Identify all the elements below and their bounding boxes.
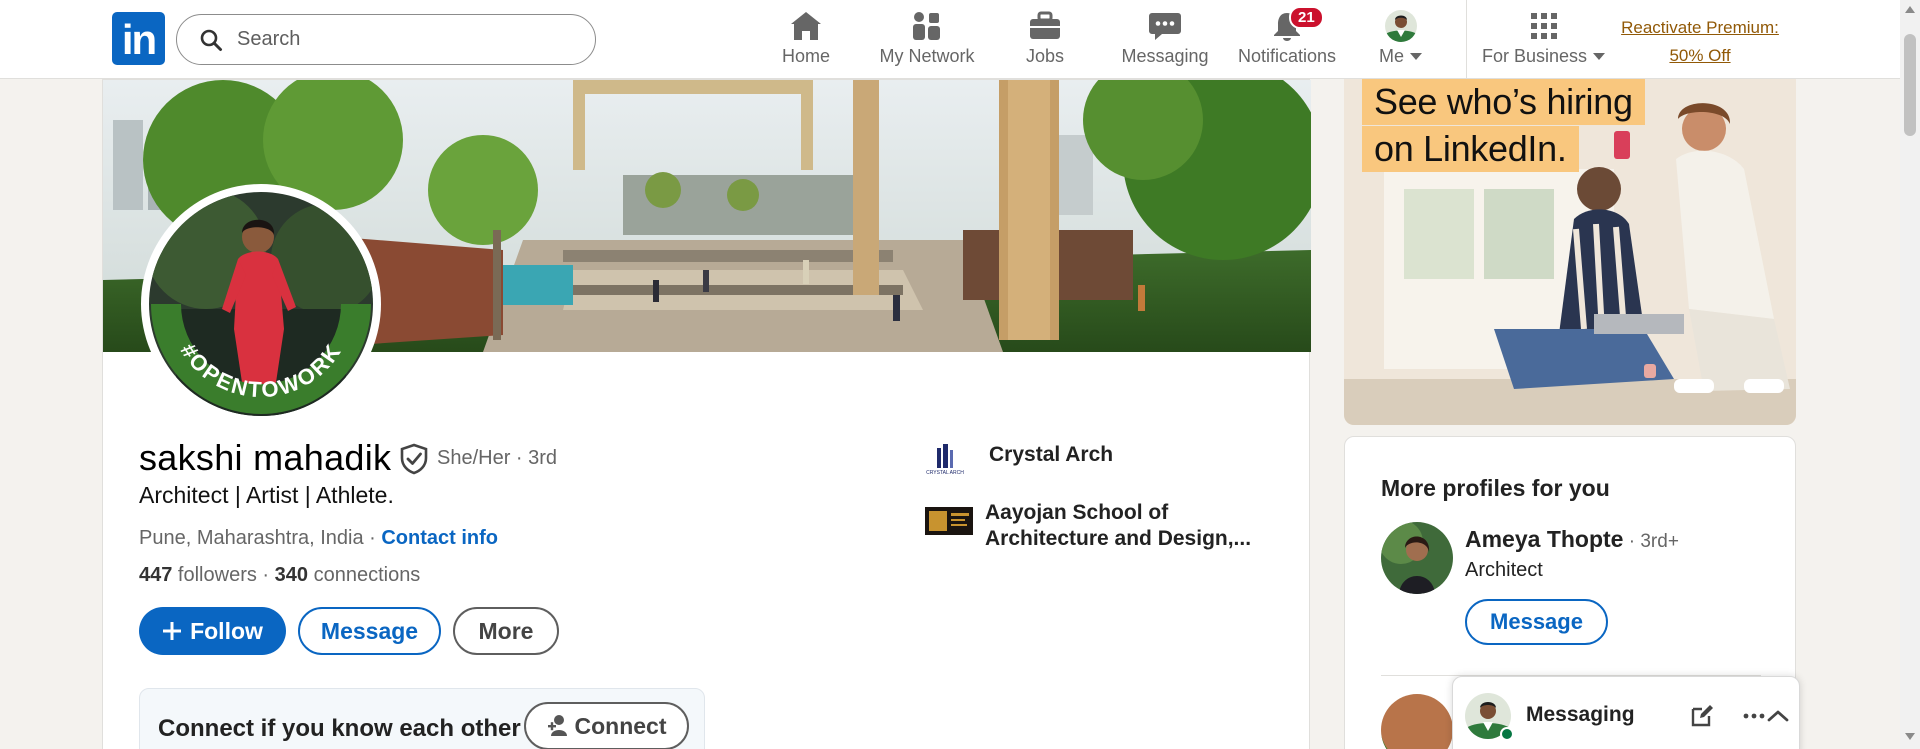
my-network-icon: [913, 12, 940, 40]
search-icon: [200, 29, 222, 51]
ad-headline-line-1: See who’s hiring: [1362, 79, 1645, 125]
chevron-up-icon[interactable]: [1765, 703, 1791, 729]
nav-messaging[interactable]: Messaging: [1120, 8, 1210, 70]
nav-home-label: Home: [781, 46, 830, 66]
crystal-arch-logo: CRYSTAL ARCH: [926, 444, 964, 476]
more-profiles-title: More profiles for you: [1381, 475, 1610, 501]
suggested-profile-photo-2[interactable]: [1381, 694, 1453, 749]
svg-text:CRYSTAL ARCH: CRYSTAL ARCH: [926, 470, 964, 476]
profile-name: sakshi mahadik: [139, 437, 392, 478]
nav-me[interactable]: Me: [1374, 8, 1428, 70]
current-company[interactable]: CRYSTAL ARCH Crystal Arch: [925, 442, 1113, 476]
plus-icon: [163, 622, 182, 640]
pronouns-and-degree: She/Her · 3rd: [437, 447, 558, 469]
top-navigation-bar: in Home My Network: [0, 0, 1920, 79]
page-scrollbar[interactable]: [1900, 0, 1920, 749]
scroll-down-arrow-icon[interactable]: [1905, 733, 1915, 740]
connect-suggestion-box: Connect if you know each other Connect: [139, 688, 705, 749]
messaging-title: Messaging: [1526, 703, 1635, 726]
suggested-profile-degree: · 3rd+: [1623, 531, 1679, 552]
profile-headline: Architect | Artist | Athlete.: [139, 482, 394, 508]
more-options-icon[interactable]: [1741, 703, 1767, 729]
verified-shield-icon[interactable]: [399, 443, 429, 475]
nav-me-label: Me: [1379, 46, 1423, 67]
premium-line-1: Reactivate Premium:: [1621, 18, 1779, 37]
nav-messaging-label: Messaging: [1121, 46, 1209, 66]
suggested-profile-photo[interactable]: [1381, 522, 1453, 594]
education-school[interactable]: Aayojan School of Architecture and Design…: [925, 500, 1251, 552]
me-avatar: [1385, 10, 1417, 42]
nav-for-business-label: For Business: [1482, 46, 1606, 67]
nav-notifications-label: Notifications: [1237, 46, 1337, 66]
compose-message-icon[interactable]: [1689, 703, 1715, 729]
nav-jobs-label: Jobs: [1025, 46, 1065, 66]
chevron-down-icon: [1410, 53, 1423, 60]
followers-count[interactable]: 447: [139, 564, 172, 586]
profile-stats: 447 followers · 340 connections: [139, 564, 421, 586]
online-status-dot: [1500, 727, 1514, 741]
search-bar[interactable]: [176, 14, 596, 65]
scrollbar-thumb[interactable]: [1904, 34, 1916, 136]
briefcase-icon: [1030, 11, 1060, 39]
premium-line-2: 50% Off: [1669, 46, 1731, 65]
nav-home[interactable]: Home: [776, 8, 836, 70]
home-icon: [791, 12, 821, 40]
profile-location: Pune, Maharashtra, India · Contact info: [139, 527, 499, 549]
nav-jobs[interactable]: Jobs: [1020, 8, 1070, 70]
add-person-icon: [547, 715, 567, 736]
connections-count[interactable]: 340: [275, 564, 308, 586]
grid-icon: [1531, 13, 1557, 39]
suggested-profile-message-button[interactable]: Message: [1465, 599, 1608, 645]
nav-my-network[interactable]: My Network: [872, 8, 982, 70]
profile-photo[interactable]: #OPENTOWORK: [141, 184, 381, 424]
connect-prompt: Connect if you know each other: [158, 715, 521, 742]
message-button[interactable]: Message: [298, 607, 441, 655]
ad-headline-line-2: on LinkedIn.: [1362, 126, 1579, 172]
school-name: Aayojan School of Architecture and Design…: [985, 501, 1252, 550]
aayojan-school-logo: [925, 507, 973, 535]
notification-count-badge: 21: [1289, 6, 1324, 29]
search-input[interactable]: [237, 28, 567, 51]
more-actions-button[interactable]: More: [453, 607, 559, 655]
follow-button[interactable]: Follow: [139, 607, 286, 655]
suggested-profile-title: Architect: [1465, 559, 1543, 581]
linkedin-logo[interactable]: in: [112, 12, 165, 65]
connect-button[interactable]: Connect: [524, 702, 689, 749]
linkedin-hiring-ad[interactable]: See who’s hiring on LinkedIn.: [1344, 79, 1796, 425]
contact-info-link[interactable]: Contact info: [381, 527, 498, 549]
nav-divider: [1466, 0, 1467, 79]
scroll-up-arrow-icon[interactable]: [1905, 6, 1915, 13]
suggested-profile-name[interactable]: Ameya Thopte · 3rd+: [1465, 526, 1679, 553]
nav-for-business[interactable]: For Business: [1482, 8, 1606, 70]
company-name: Crystal Arch: [989, 443, 1114, 466]
profile-card: #OPENTOWORK sakshi mahadik She/Her · 3rd…: [102, 79, 1311, 749]
nav-my-network-label: My Network: [879, 46, 975, 66]
reactivate-premium-link[interactable]: Reactivate Premium: 50% Off: [1600, 14, 1800, 70]
messaging-overlay[interactable]: Messaging: [1452, 676, 1800, 749]
nav-notifications[interactable]: 21 Notifications: [1234, 6, 1340, 70]
chat-bubble-icon: [1149, 13, 1181, 40]
